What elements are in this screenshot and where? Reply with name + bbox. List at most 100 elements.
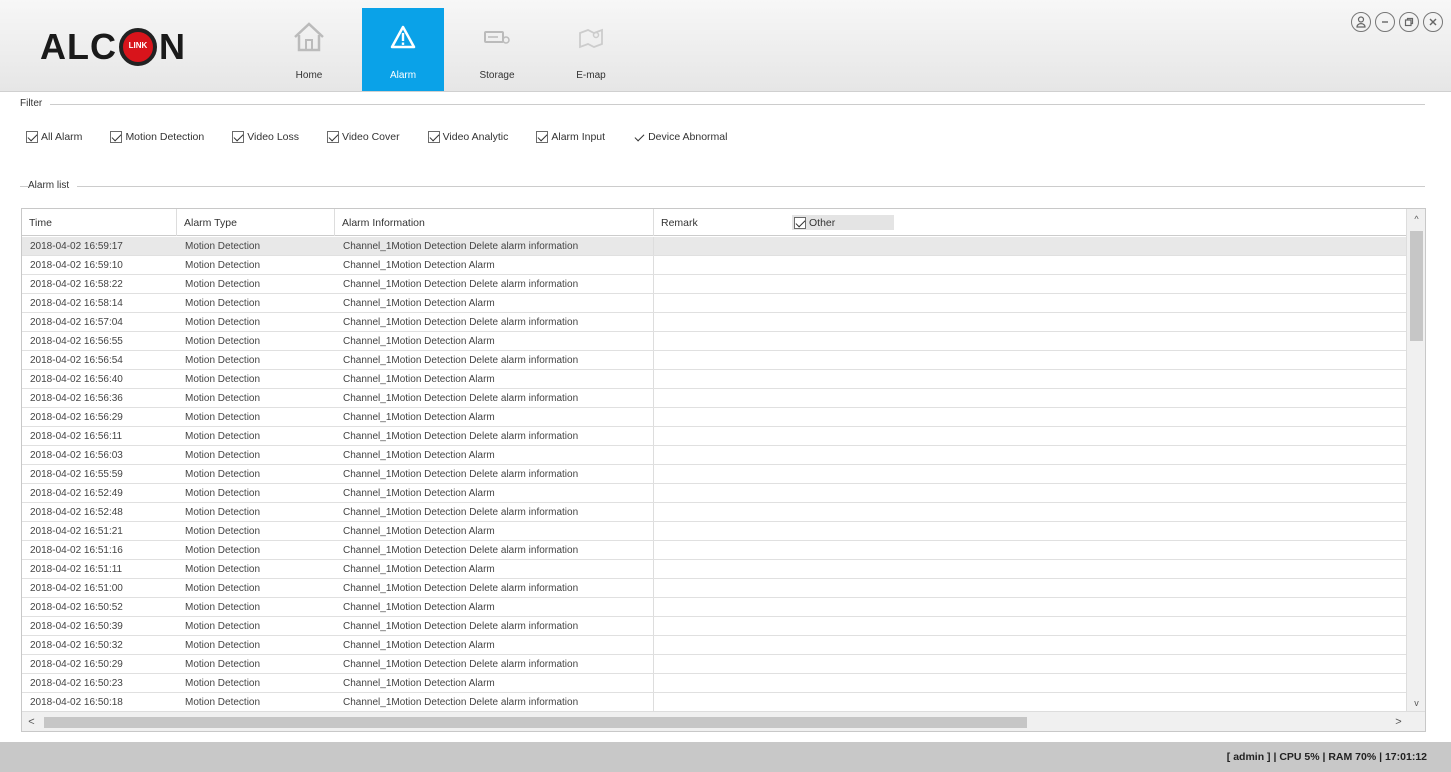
checkbox-checked[interactable]: [633, 131, 646, 143]
checkbox-checked[interactable]: [427, 131, 440, 143]
cell-alarm-type: Motion Detection: [185, 278, 261, 290]
cell-alarm-type: Motion Detection: [185, 468, 261, 480]
cell-remark: [654, 332, 1407, 350]
cell-alarm-type: Motion Detection: [185, 658, 261, 670]
table-row[interactable]: 2018-04-02 16:51:00 Motion Detection Chann…: [22, 579, 1407, 598]
cell-time: 2018-04-02 16:57:04: [30, 316, 123, 328]
table-row[interactable]: 2018-04-02 16:56:29 Motion Detection Chann…: [22, 408, 1407, 427]
filter-motion-detection[interactable]: Motion Detection: [110, 131, 204, 143]
checkbox-checked[interactable]: [536, 131, 549, 143]
filter-video-cover[interactable]: Video Cover: [327, 131, 400, 143]
column-alarm-type[interactable]: Alarm Type: [177, 209, 335, 236]
table-row[interactable]: 2018-04-02 16:51:16 Motion Detection Chann…: [22, 541, 1407, 560]
checkbox-checked[interactable]: [110, 131, 123, 143]
checkbox-checked[interactable]: [327, 131, 339, 143]
vertical-scrollbar[interactable]: ^ v: [1406, 209, 1425, 712]
cell-alarm-information: Channel_1Motion Detection Alarm: [335, 332, 654, 350]
cell-alarm-type: Motion Detection: [185, 582, 261, 594]
table-row[interactable]: 2018-04-02 16:55:59 Motion Detection Chann…: [22, 465, 1407, 484]
cell-alarm-type: Motion Detection: [185, 544, 261, 556]
column-time[interactable]: Time: [22, 209, 177, 236]
cell-alarm-type: Motion Detection: [185, 392, 261, 404]
filter-all-alarm[interactable]: All Alarm: [26, 131, 82, 143]
cell-alarm-type: Motion Detection: [185, 696, 261, 708]
column-alarm-information[interactable]: Alarm Information: [335, 209, 654, 236]
nav-storage[interactable]: Storage: [456, 8, 538, 91]
cell-alarm-information: Channel_1Motion Detection Delete alarm i…: [335, 275, 654, 293]
close-icon[interactable]: [1423, 12, 1443, 32]
cell-time: 2018-04-02 16:50:18: [30, 696, 123, 708]
cell-alarm-type: Motion Detection: [185, 411, 261, 423]
checkbox-checked[interactable]: [26, 131, 38, 143]
cell-remark: [654, 465, 1407, 483]
cell-time: 2018-04-02 16:51:21: [30, 525, 123, 537]
cell-remark: [654, 503, 1407, 521]
filter-device-abnormal[interactable]: Device Abnormal: [633, 131, 727, 143]
minimize-icon[interactable]: [1375, 12, 1395, 32]
filter-alarm-input[interactable]: Alarm Input: [536, 131, 605, 143]
cell-time: 2018-04-02 16:59:10: [30, 259, 123, 271]
cell-remark: [654, 655, 1407, 673]
cell-alarm-type: Motion Detection: [185, 354, 261, 366]
scroll-right-icon[interactable]: >: [1389, 712, 1408, 732]
table-row[interactable]: 2018-04-02 16:50:18 Motion Detection Chann…: [22, 693, 1407, 711]
table-row[interactable]: 2018-04-02 16:50:52 Motion Detection Chann…: [22, 598, 1407, 617]
emap-icon: [571, 18, 611, 56]
cell-time: 2018-04-02 16:50:52: [30, 601, 123, 613]
cell-time: 2018-04-02 16:58:14: [30, 297, 123, 309]
table-row[interactable]: 2018-04-02 16:57:04 Motion Detection Chann…: [22, 313, 1407, 332]
checkbox-checked[interactable]: [794, 216, 806, 229]
user-icon[interactable]: [1351, 12, 1371, 32]
table-row[interactable]: 2018-04-02 16:50:32 Motion Detection Chann…: [22, 636, 1407, 655]
table-row[interactable]: 2018-04-02 16:50:29 Motion Detection Chann…: [22, 655, 1407, 674]
table-row[interactable]: 2018-04-02 16:52:48 Motion Detection Chann…: [22, 503, 1407, 522]
filter-video-analytic[interactable]: Video Analytic: [427, 131, 508, 143]
filter-video-loss[interactable]: Video Loss: [232, 131, 299, 143]
table-row[interactable]: 2018-04-02 16:52:49 Motion Detection Chann…: [22, 484, 1407, 503]
table-row[interactable]: 2018-04-02 16:56:55 Motion Detection Chann…: [22, 332, 1407, 351]
filter-options: All Alarm Motion Detection Video Loss Vi…: [26, 131, 755, 143]
table-row[interactable]: 2018-04-02 16:59:17 Motion Detection Chann…: [22, 237, 1407, 256]
nav-emap[interactable]: E-map: [550, 8, 632, 91]
table-row[interactable]: 2018-04-02 16:51:11 Motion Detection Chann…: [22, 560, 1407, 579]
scroll-thumb[interactable]: [1410, 231, 1423, 341]
cell-time: 2018-04-02 16:51:11: [30, 563, 123, 575]
table-row[interactable]: 2018-04-02 16:56:36 Motion Detection Chann…: [22, 389, 1407, 408]
cell-alarm-information: Channel_1Motion Detection Alarm: [335, 294, 654, 312]
other-checkbox[interactable]: Other: [792, 215, 894, 230]
table-row[interactable]: 2018-04-02 16:59:10 Motion Detection Chann…: [22, 256, 1407, 275]
scroll-down-icon[interactable]: v: [1407, 693, 1426, 712]
table-row[interactable]: 2018-04-02 16:56:40 Motion Detection Chann…: [22, 370, 1407, 389]
horizontal-scrollbar[interactable]: < >: [22, 711, 1425, 731]
cell-remark: [654, 541, 1407, 559]
restore-icon[interactable]: [1399, 12, 1419, 32]
table-row[interactable]: 2018-04-02 16:50:23 Motion Detection Chann…: [22, 674, 1407, 693]
alarm-list-legend: Alarm list: [28, 180, 78, 191]
table-row[interactable]: 2018-04-02 16:51:21 Motion Detection Chann…: [22, 522, 1407, 541]
cell-remark: [654, 370, 1407, 388]
cell-alarm-information: Channel_1Motion Detection Alarm: [335, 636, 654, 654]
table-row[interactable]: 2018-04-02 16:56:03 Motion Detection Chann…: [22, 446, 1407, 465]
scroll-thumb[interactable]: [44, 717, 1027, 728]
cell-alarm-information: Channel_1Motion Detection Alarm: [335, 674, 654, 692]
table-row[interactable]: 2018-04-02 16:50:39 Motion Detection Chann…: [22, 617, 1407, 636]
cell-remark: [654, 275, 1407, 293]
nav-home[interactable]: Home: [268, 8, 350, 91]
table-row[interactable]: 2018-04-02 16:58:22 Motion Detection Chann…: [22, 275, 1407, 294]
scroll-up-icon[interactable]: ^: [1407, 209, 1426, 228]
cell-time: 2018-04-02 16:52:49: [30, 487, 123, 499]
cell-time: 2018-04-02 16:56:40: [30, 373, 123, 385]
table-row[interactable]: 2018-04-02 16:58:14 Motion Detection Chann…: [22, 294, 1407, 313]
column-remark[interactable]: Remark: [654, 209, 1407, 236]
scroll-left-icon[interactable]: <: [22, 712, 41, 732]
cell-remark: [654, 579, 1407, 597]
table-row[interactable]: 2018-04-02 16:56:11 Motion Detection Chann…: [22, 427, 1407, 446]
cell-alarm-information: Channel_1Motion Detection Alarm: [335, 256, 654, 274]
nav-alarm[interactable]: Alarm: [362, 8, 444, 91]
table-row[interactable]: 2018-04-02 16:56:54 Motion Detection Chann…: [22, 351, 1407, 370]
cell-remark: [654, 617, 1407, 635]
cell-alarm-type: Motion Detection: [185, 563, 261, 575]
cell-alarm-information: Channel_1Motion Detection Alarm: [335, 408, 654, 426]
checkbox-checked[interactable]: [232, 131, 245, 143]
cell-alarm-information: Channel_1Motion Detection Alarm: [335, 446, 654, 464]
